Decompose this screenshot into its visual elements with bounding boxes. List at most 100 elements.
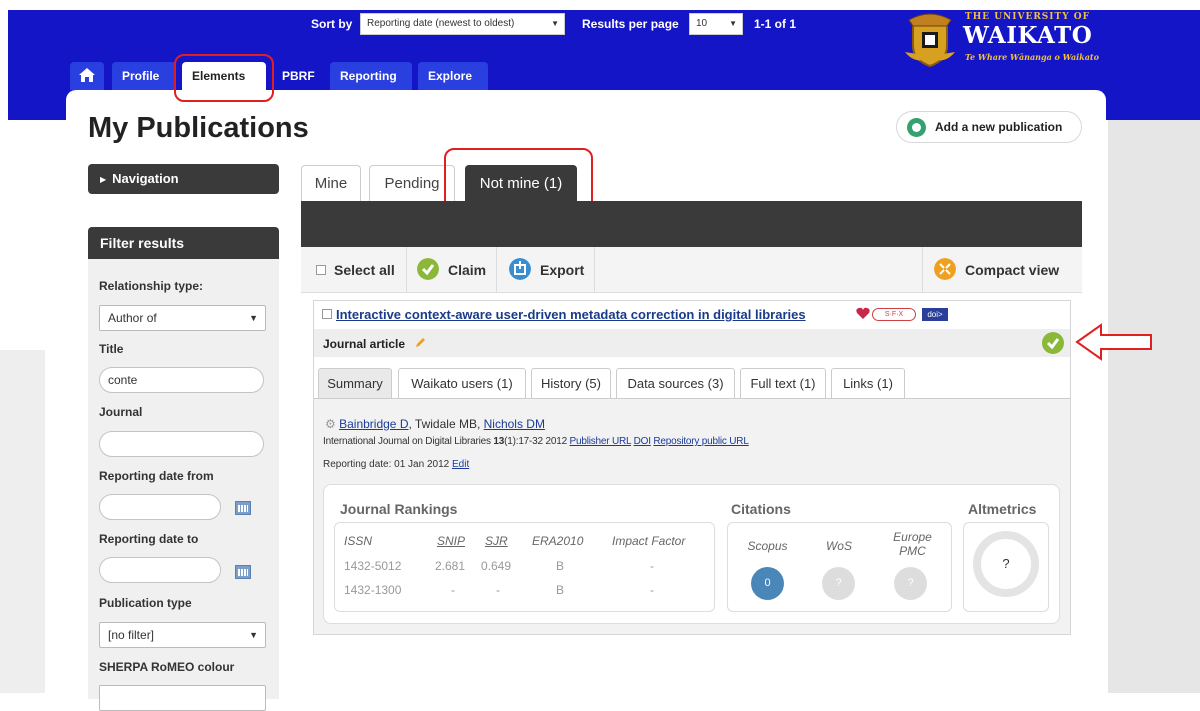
journal-rankings-title: Journal Rankings bbox=[340, 501, 458, 517]
rank-cell: - bbox=[496, 583, 500, 597]
page-background-left bbox=[0, 350, 45, 693]
tab-waikato-users[interactable]: Waikato users (1) bbox=[398, 368, 526, 398]
rank-cell: B bbox=[556, 559, 565, 573]
reporting-date-line: Reporting date: 01 Jan 2012 Edit bbox=[323, 459, 469, 470]
author-link[interactable]: Bainbridge D bbox=[339, 417, 408, 431]
gear-icon: ⚙ bbox=[325, 417, 336, 431]
altmetrics-title: Altmetrics bbox=[968, 501, 1037, 517]
university-logo[interactable]: THE UNIVERSITY OF WAIKATO Te Whare Wānan… bbox=[905, 10, 1100, 72]
compact-view-icon[interactable] bbox=[934, 258, 956, 280]
citation-line: International Journal on Digital Librari… bbox=[323, 436, 749, 447]
sort-by-label: Sort by bbox=[311, 17, 353, 31]
verified-check-icon bbox=[1042, 332, 1064, 354]
rank-cell: - bbox=[650, 559, 654, 573]
select-all-label[interactable]: Select all bbox=[334, 262, 395, 278]
sherpa-romeo-select[interactable] bbox=[99, 685, 266, 711]
add-publication-label: Add a new publication bbox=[935, 120, 1063, 134]
journal-input[interactable] bbox=[99, 431, 264, 457]
select-all-checkbox[interactable] bbox=[316, 265, 326, 275]
logo-big-text: WAIKATO bbox=[963, 22, 1093, 49]
doi-badge[interactable]: doi> bbox=[922, 308, 948, 321]
publisher-url-link[interactable]: Publisher URL bbox=[570, 436, 632, 447]
page-title: My Publications bbox=[88, 112, 309, 144]
export-button[interactable]: Export bbox=[540, 262, 584, 278]
rank-header-sjr[interactable]: SJR bbox=[485, 534, 508, 548]
pencil-icon[interactable] bbox=[414, 337, 426, 349]
export-icon[interactable] bbox=[509, 258, 531, 280]
tab-data-sources[interactable]: Data sources (3) bbox=[616, 368, 735, 398]
calendar-icon[interactable] bbox=[235, 565, 251, 579]
publication-checkbox[interactable] bbox=[322, 309, 332, 319]
divider bbox=[496, 247, 497, 293]
annotation-arrow-icon bbox=[1075, 323, 1152, 361]
home-icon bbox=[79, 68, 95, 82]
author-text: , Twidale MB, bbox=[408, 417, 484, 431]
nav-tab-profile[interactable]: Profile bbox=[112, 62, 176, 90]
sort-value: Reporting date (newest to oldest) bbox=[367, 18, 515, 29]
caret-right-icon: ▶ bbox=[100, 174, 107, 184]
sort-select[interactable]: Reporting date (newest to oldest) ▼ bbox=[360, 13, 565, 35]
publication-type-value: [no filter] bbox=[108, 628, 155, 642]
authors-line: ⚙ Bainbridge D, Twidale MB, Nichols DM bbox=[325, 417, 545, 431]
date-to-input[interactable] bbox=[99, 557, 221, 583]
sfx-link[interactable]: S·F·X bbox=[872, 308, 916, 321]
home-tab[interactable] bbox=[70, 62, 104, 90]
crest-icon bbox=[905, 13, 955, 68]
publication-type-select[interactable]: [no filter] ▼ bbox=[99, 622, 266, 648]
reporting-date: Reporting date: 01 Jan 2012 bbox=[323, 459, 452, 470]
rank-header-snip[interactable]: SNIP bbox=[437, 534, 465, 548]
pmc-count[interactable]: ? bbox=[894, 567, 927, 600]
calendar-icon[interactable] bbox=[235, 501, 251, 515]
tab-links[interactable]: Links (1) bbox=[831, 368, 905, 398]
date-to-label: Reporting date to bbox=[99, 532, 199, 546]
divider bbox=[922, 247, 923, 293]
claim-icon[interactable] bbox=[417, 258, 439, 280]
rank-header-impact: Impact Factor bbox=[612, 534, 686, 548]
edit-link[interactable]: Edit bbox=[452, 459, 469, 470]
nav-tab-explore[interactable]: Explore bbox=[418, 62, 488, 90]
rank-header-era: ERA2010 bbox=[532, 534, 584, 548]
results-per-page-select[interactable]: 10 ▼ bbox=[689, 13, 743, 35]
citations-title: Citations bbox=[731, 501, 791, 517]
doi-link[interactable]: DOI bbox=[634, 436, 651, 447]
logo-motto: Te Whare Wānanga o Waikato bbox=[965, 52, 1099, 62]
altmetric-donut[interactable]: ? bbox=[973, 531, 1039, 597]
publication-type-bar bbox=[314, 329, 1070, 357]
add-icon bbox=[907, 118, 926, 137]
issue-pages: (1):17-32 2012 bbox=[504, 436, 570, 447]
divider bbox=[406, 247, 407, 293]
citation-source-pmc: Europe PMC bbox=[893, 530, 932, 558]
chevron-down-icon: ▼ bbox=[249, 630, 258, 640]
nav-tab-pbrf[interactable]: PBRF bbox=[272, 62, 320, 90]
relationship-type-select[interactable]: Author of ▼ bbox=[99, 305, 266, 331]
wos-count[interactable]: ? bbox=[822, 567, 855, 600]
page-background-right bbox=[1108, 120, 1200, 693]
scopus-count[interactable]: 0 bbox=[751, 567, 784, 600]
publication-title-link[interactable]: Interactive context-aware user-driven me… bbox=[336, 307, 806, 322]
author-link[interactable]: Nichols DM bbox=[484, 417, 545, 431]
publication-type: Journal article bbox=[323, 337, 406, 351]
tab-history[interactable]: History (5) bbox=[531, 368, 611, 398]
filter-results-header: Filter results bbox=[88, 227, 279, 259]
compact-view-button[interactable]: Compact view bbox=[965, 262, 1059, 278]
claim-button[interactable]: Claim bbox=[448, 262, 486, 278]
volume: 13 bbox=[493, 436, 505, 447]
rank-cell: 1432-5012 bbox=[344, 559, 402, 573]
rank-cell: - bbox=[451, 583, 455, 597]
repository-url-link[interactable]: Repository public URL bbox=[653, 436, 748, 447]
results-per-page-value: 10 bbox=[696, 18, 708, 29]
divider bbox=[594, 247, 595, 293]
tab-mine[interactable]: Mine bbox=[301, 165, 361, 201]
nav-tab-reporting[interactable]: Reporting bbox=[330, 62, 412, 90]
publication-type-label: Publication type bbox=[99, 596, 192, 610]
tab-pending[interactable]: Pending bbox=[369, 165, 455, 201]
tab-full-text[interactable]: Full text (1) bbox=[740, 368, 826, 398]
chevron-down-icon: ▼ bbox=[551, 19, 559, 28]
date-from-label: Reporting date from bbox=[99, 469, 214, 483]
navigation-toggle[interactable]: ▶ Navigation bbox=[88, 164, 279, 194]
title-input[interactable]: conte bbox=[99, 367, 264, 393]
date-from-input[interactable] bbox=[99, 494, 221, 520]
heart-icon[interactable] bbox=[856, 307, 870, 320]
tab-summary[interactable]: Summary bbox=[318, 368, 392, 398]
add-publication-button[interactable]: Add a new publication bbox=[896, 111, 1082, 143]
